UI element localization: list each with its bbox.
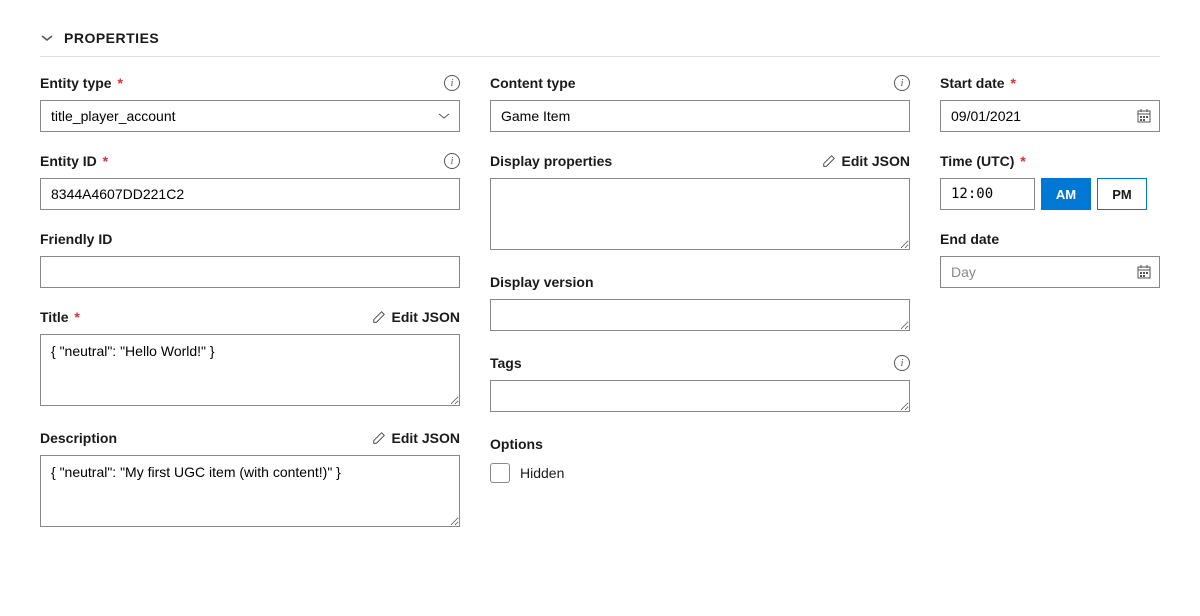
options-label: Options (490, 436, 543, 452)
pencil-icon (372, 310, 386, 324)
display-version-input[interactable] (490, 299, 910, 331)
properties-section-header[interactable]: PROPERTIES (40, 10, 1160, 57)
tags-input[interactable] (490, 380, 910, 412)
entity-id-field: Entity ID * i (40, 150, 460, 210)
content-type-input[interactable] (490, 100, 910, 132)
content-type-label: Content type (490, 75, 576, 91)
title-textarea[interactable] (40, 334, 460, 406)
tags-label: Tags (490, 355, 522, 371)
edit-json-button[interactable]: Edit JSON (372, 309, 460, 325)
title-field: Title * Edit JSON (40, 306, 460, 409)
entity-id-label: Entity ID * (40, 153, 108, 169)
time-input[interactable] (940, 178, 1035, 210)
edit-json-button[interactable]: Edit JSON (822, 153, 910, 169)
edit-json-button[interactable]: Edit JSON (372, 430, 460, 446)
section-title: PROPERTIES (64, 30, 159, 46)
time-label: Time (UTC) * (940, 153, 1026, 169)
am-toggle-button[interactable]: AM (1041, 178, 1091, 210)
pencil-icon (822, 154, 836, 168)
hidden-checkbox[interactable] (490, 463, 510, 483)
description-textarea[interactable] (40, 455, 460, 527)
tags-field: Tags i (490, 352, 910, 415)
display-properties-label: Display properties (490, 153, 612, 169)
description-field: Description Edit JSON (40, 427, 460, 530)
display-properties-field: Display properties Edit JSON (490, 150, 910, 253)
hidden-checkbox-label: Hidden (520, 465, 564, 481)
info-icon[interactable]: i (894, 355, 910, 371)
description-label: Description (40, 430, 117, 446)
start-date-field: Start date * (940, 72, 1160, 132)
display-properties-textarea[interactable] (490, 178, 910, 250)
end-date-label: End date (940, 231, 999, 247)
display-version-label: Display version (490, 274, 594, 290)
title-label: Title * (40, 309, 80, 325)
friendly-id-label: Friendly ID (40, 231, 112, 247)
start-date-input[interactable] (940, 100, 1160, 132)
friendly-id-input[interactable] (40, 256, 460, 288)
content-type-field: Content type i (490, 72, 910, 132)
options-field: Options Hidden (490, 433, 910, 483)
chevron-down-icon (40, 31, 54, 45)
entity-type-label: Entity type * (40, 75, 123, 91)
pencil-icon (372, 431, 386, 445)
pm-toggle-button[interactable]: PM (1097, 178, 1147, 210)
display-version-field: Display version (490, 271, 910, 334)
time-field: Time (UTC) * AM PM (940, 150, 1160, 210)
end-date-input[interactable] (940, 256, 1160, 288)
entity-id-input[interactable] (40, 178, 460, 210)
info-icon[interactable]: i (444, 153, 460, 169)
entity-type-select[interactable] (40, 100, 460, 132)
start-date-label: Start date * (940, 75, 1016, 91)
info-icon[interactable]: i (444, 75, 460, 91)
friendly-id-field: Friendly ID (40, 228, 460, 288)
info-icon[interactable]: i (894, 75, 910, 91)
end-date-field: End date (940, 228, 1160, 288)
entity-type-field: Entity type * i (40, 72, 460, 132)
